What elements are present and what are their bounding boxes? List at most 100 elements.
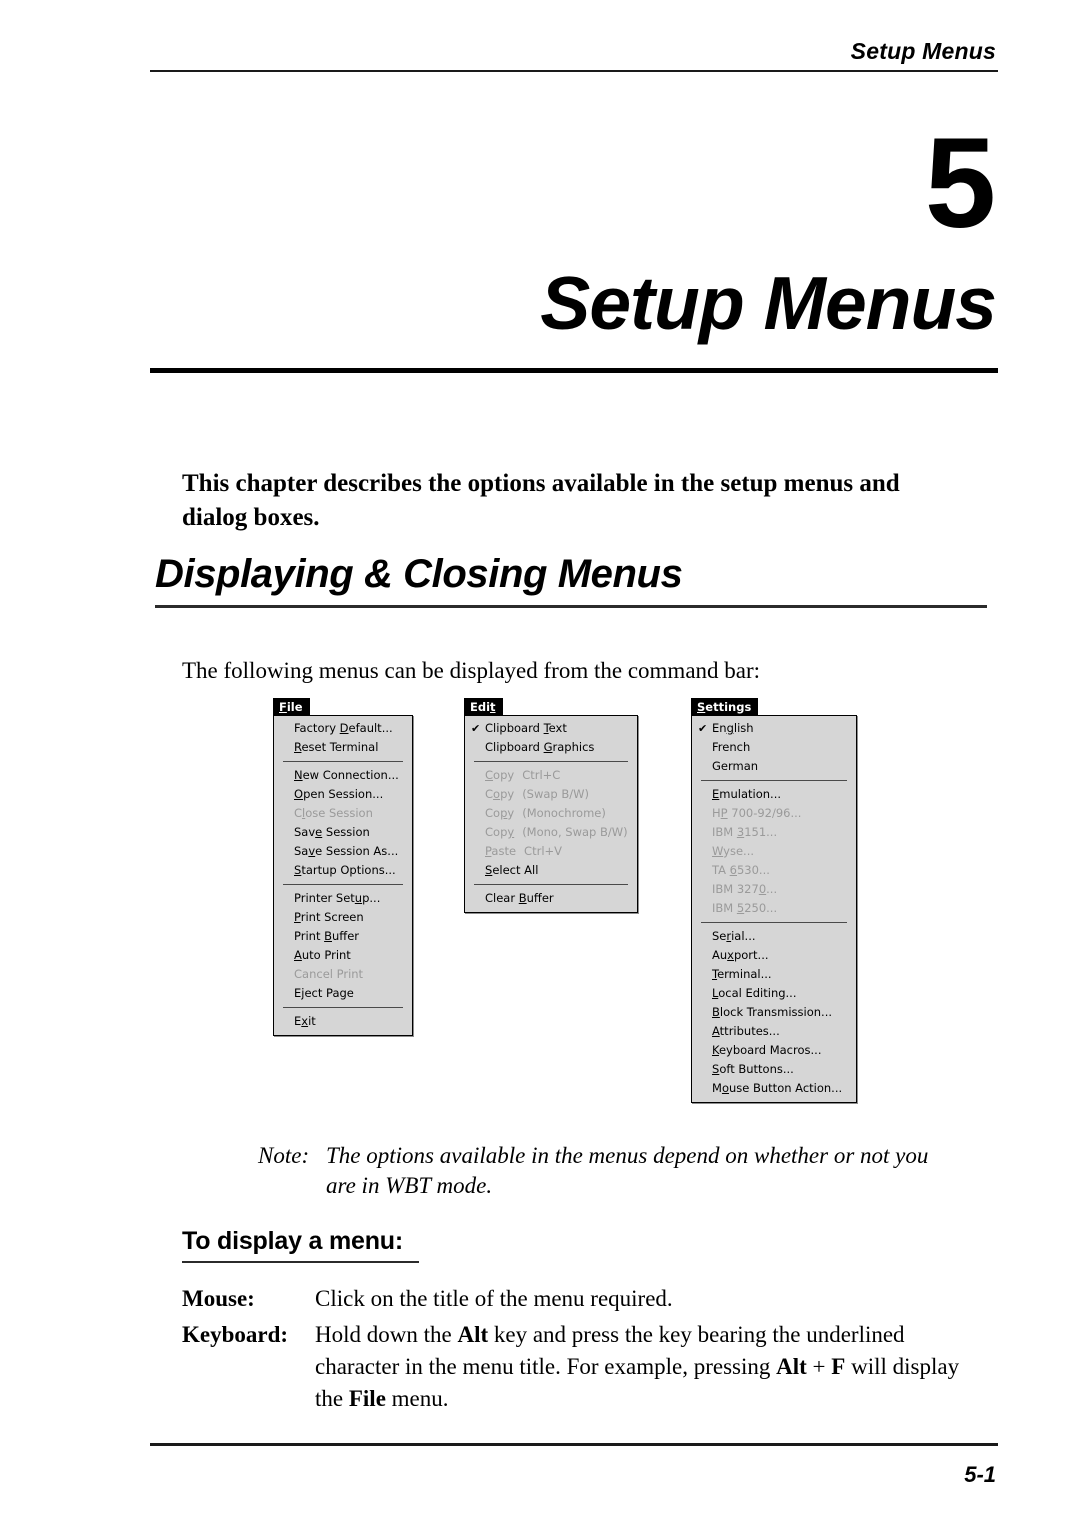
edit-menu-body: ✔ Clipboard Text Clipboard Graphics Copy Ctr…: [464, 715, 638, 913]
menu-item-label: Reset Terminal: [294, 740, 379, 754]
note-label: Note:: [258, 1143, 310, 1168]
settings-menu-body: ✔ English French German Emulation... HP 700-9…: [691, 715, 857, 1103]
menu-item: Wyse...: [692, 842, 856, 861]
menu-item[interactable]: Block Transmission...: [692, 1003, 856, 1022]
menu-screenshots-figure: File Factory Default... Reset Terminal New…: [0, 698, 1080, 1118]
menu-item-accelerator: (Swap B/W): [522, 787, 590, 801]
menu-item-label: Emulation...: [712, 787, 782, 801]
checkmark-icon: ✔: [471, 722, 481, 735]
menu-item-label: Soft Buttons...: [712, 1062, 794, 1076]
menu-item[interactable]: Serial...: [692, 927, 856, 946]
note-block: Note: The options available in the menus…: [258, 1141, 958, 1201]
menu-item[interactable]: Exit: [274, 1012, 412, 1031]
menu-separator: [701, 922, 847, 923]
header-divider: [150, 70, 998, 72]
menu-item-label: Copy: [485, 825, 515, 839]
menu-item-label: Printer Setup...: [294, 891, 381, 905]
menu-item[interactable]: Print Buffer: [274, 927, 412, 946]
menu-item-label: English: [712, 721, 754, 735]
menu-item-label: TA 6530...: [712, 863, 770, 877]
menu-item[interactable]: Keyboard Macros...: [692, 1041, 856, 1060]
menu-item[interactable]: Save Session: [274, 823, 412, 842]
instruction-row: Keyboard: Hold down the Alt key and press…: [182, 1319, 972, 1415]
menu-item-label: Mouse Button Action...: [712, 1081, 843, 1095]
menu-item[interactable]: Factory Default...: [274, 719, 412, 738]
menu-item-label: Save Session: [294, 825, 370, 839]
instruction-term: Keyboard:: [182, 1322, 289, 1347]
menu-item[interactable]: Auxport...: [692, 946, 856, 965]
menu-item-label: Clipboard Text: [485, 721, 567, 735]
menu-item-label: Serial...: [712, 929, 756, 943]
menu-item: Copy Ctrl+C: [465, 766, 637, 785]
note-text: The options available in the menus depen…: [326, 1143, 929, 1198]
menu-item-label: Local Editing...: [712, 986, 797, 1000]
page-footer: 5-1: [150, 1443, 998, 1488]
menu-item-label: New Connection...: [294, 768, 399, 782]
chapter-title: Setup Menus: [540, 261, 997, 345]
menu-item[interactable]: Eject Page: [274, 984, 412, 1003]
menu-item-label: IBM 5250...: [712, 901, 778, 915]
menu-item-label: HP 700-92/96...: [712, 806, 802, 820]
menu-item-label: Save Session As...: [294, 844, 399, 858]
menu-item[interactable]: Clipboard Graphics: [465, 738, 637, 757]
menu-separator: [474, 884, 628, 885]
instruction-list: Mouse: Click on the title of the menu req…: [182, 1283, 972, 1419]
menu-item-label: Paste: [485, 844, 517, 858]
menu-item[interactable]: Emulation...: [692, 785, 856, 804]
menu-item[interactable]: Startup Options...: [274, 861, 412, 880]
menu-item[interactable]: Terminal...: [692, 965, 856, 984]
menu-item-label: IBM 3151...: [712, 825, 778, 839]
settings-menu-tab[interactable]: Settings: [691, 698, 759, 716]
menu-item[interactable]: Auto Print: [274, 946, 412, 965]
section-body-text: The following menus can be displayed fro…: [182, 658, 761, 683]
menu-item: Cancel Print: [274, 965, 412, 984]
menu-item[interactable]: Select All: [465, 861, 637, 880]
menu-item[interactable]: Attributes...: [692, 1022, 856, 1041]
subsection-title: To display a menu:: [182, 1227, 403, 1255]
chapter-intro: This chapter describes the options avail…: [182, 470, 900, 531]
menu-item[interactable]: Print Screen: [274, 908, 412, 927]
menu-item: Copy (Mono, Swap B/W): [465, 823, 637, 842]
menu-item[interactable]: French: [692, 738, 856, 757]
edit-menu-tab[interactable]: Edit: [464, 698, 503, 716]
section-title: Displaying & Closing Menus: [155, 552, 683, 596]
menu-item-label: Clipboard Graphics: [485, 740, 595, 754]
menu-item: Paste Ctrl+V: [465, 842, 637, 861]
page-number: 5-1: [964, 1462, 996, 1487]
file-menu-body: Factory Default... Reset Terminal New Conn…: [273, 715, 413, 1036]
menu-item-label: Eject Page: [294, 986, 354, 1000]
menu-item[interactable]: ✔ Clipboard Text: [465, 719, 637, 738]
checkmark-icon: ✔: [698, 722, 708, 735]
menu-item[interactable]: Mouse Button Action...: [692, 1079, 856, 1098]
file-menu-tab[interactable]: File: [273, 698, 310, 716]
menu-item[interactable]: New Connection...: [274, 766, 412, 785]
menu-item[interactable]: Save Session As...: [274, 842, 412, 861]
menu-item[interactable]: Open Session...: [274, 785, 412, 804]
menu-item: Close Session: [274, 804, 412, 823]
menu-item[interactable]: Soft Buttons...: [692, 1060, 856, 1079]
menu-item[interactable]: Reset Terminal: [274, 738, 412, 757]
menu-item-label: Copy: [485, 768, 515, 782]
menu-item: IBM 5250...: [692, 899, 856, 918]
menu-item-label: Select All: [485, 863, 539, 877]
menu-separator: [283, 761, 403, 762]
menu-item-label: Exit: [294, 1014, 316, 1028]
menu-item[interactable]: Clear Buffer: [465, 889, 637, 908]
file-menu-screenshot: File Factory Default... Reset Terminal New…: [273, 698, 413, 1036]
menu-item-label: Terminal...: [712, 967, 772, 981]
menu-item-label: Wyse...: [712, 844, 755, 858]
edit-menu-screenshot: Edit ✔ Clipboard Text Clipboard Graphics Co…: [464, 698, 638, 913]
menu-item[interactable]: Local Editing...: [692, 984, 856, 1003]
section-heading-block: Displaying & Closing Menus: [155, 550, 987, 608]
menu-item-label: Factory Default...: [294, 721, 393, 735]
menu-item-accelerator: (Mono, Swap B/W): [522, 825, 628, 839]
menu-separator: [283, 1007, 403, 1008]
menu-item[interactable]: Printer Setup...: [274, 889, 412, 908]
menu-item[interactable]: German: [692, 757, 856, 776]
menu-item-accelerator: (Monochrome): [522, 806, 606, 820]
running-head: Setup Menus: [850, 38, 996, 64]
menu-separator: [474, 761, 628, 762]
menu-item: HP 700-92/96...: [692, 804, 856, 823]
page-header: Setup Menus: [150, 38, 998, 72]
menu-item[interactable]: ✔ English: [692, 719, 856, 738]
